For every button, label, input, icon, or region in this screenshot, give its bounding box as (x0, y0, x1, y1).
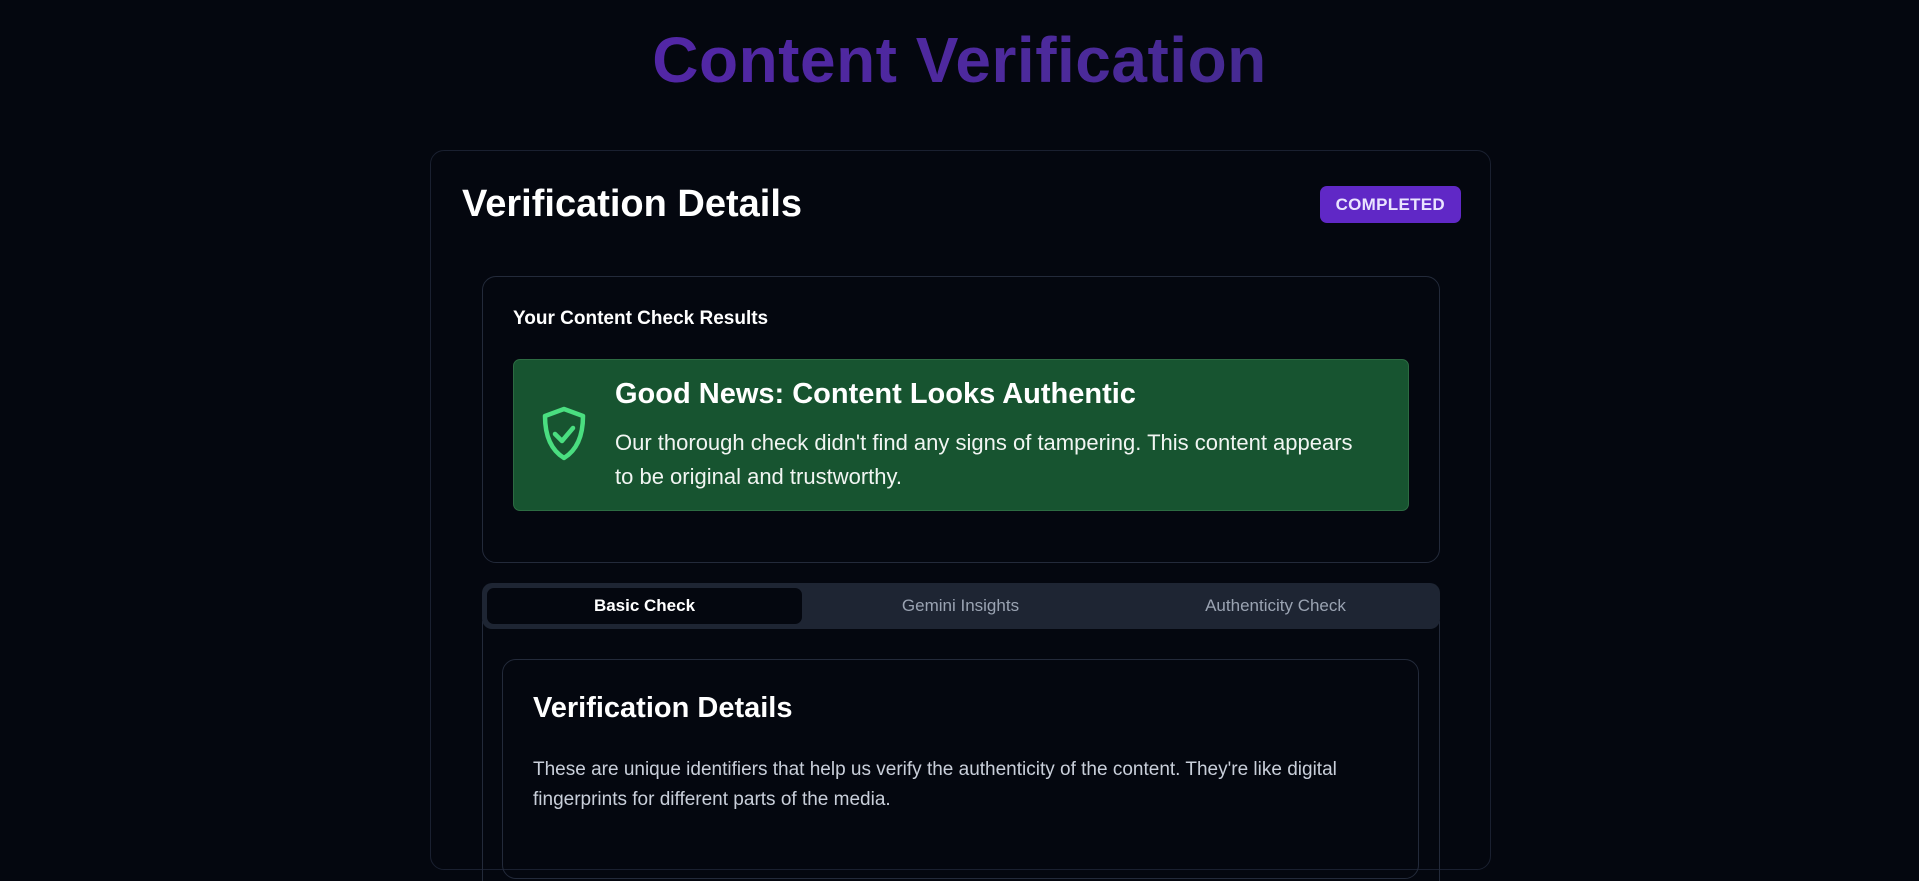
verification-card: Verification Details COMPLETED Your Cont… (430, 150, 1491, 881)
card-heading: Verification Details (462, 183, 803, 225)
alert-message: Our thorough check didn't find any signs… (615, 430, 1353, 489)
page-title: Content Verification (0, 24, 1919, 96)
tab-gemini-insights[interactable]: Gemini Insights (803, 588, 1118, 624)
tab-bar: Basic Check Gemini Insights Authenticity… (482, 583, 1440, 629)
results-card: Your Content Check Results Good News: Co… (482, 276, 1440, 563)
alert-title: Good News: Content Looks Authentic (615, 378, 1136, 410)
details-description: These are unique identifiers that help u… (533, 759, 1337, 810)
tab-basic-check[interactable]: Basic Check (487, 588, 802, 624)
authentic-alert: Good News: Content Looks Authentic Our t… (513, 359, 1409, 511)
shield-check-icon (540, 406, 588, 462)
results-title: Your Content Check Results (513, 308, 769, 329)
details-title: Verification Details (533, 692, 793, 724)
details-card: Verification Details These are unique id… (502, 659, 1419, 879)
status-badge: COMPLETED (1319, 186, 1461, 223)
tab-authenticity-check[interactable]: Authenticity Check (1118, 588, 1433, 624)
